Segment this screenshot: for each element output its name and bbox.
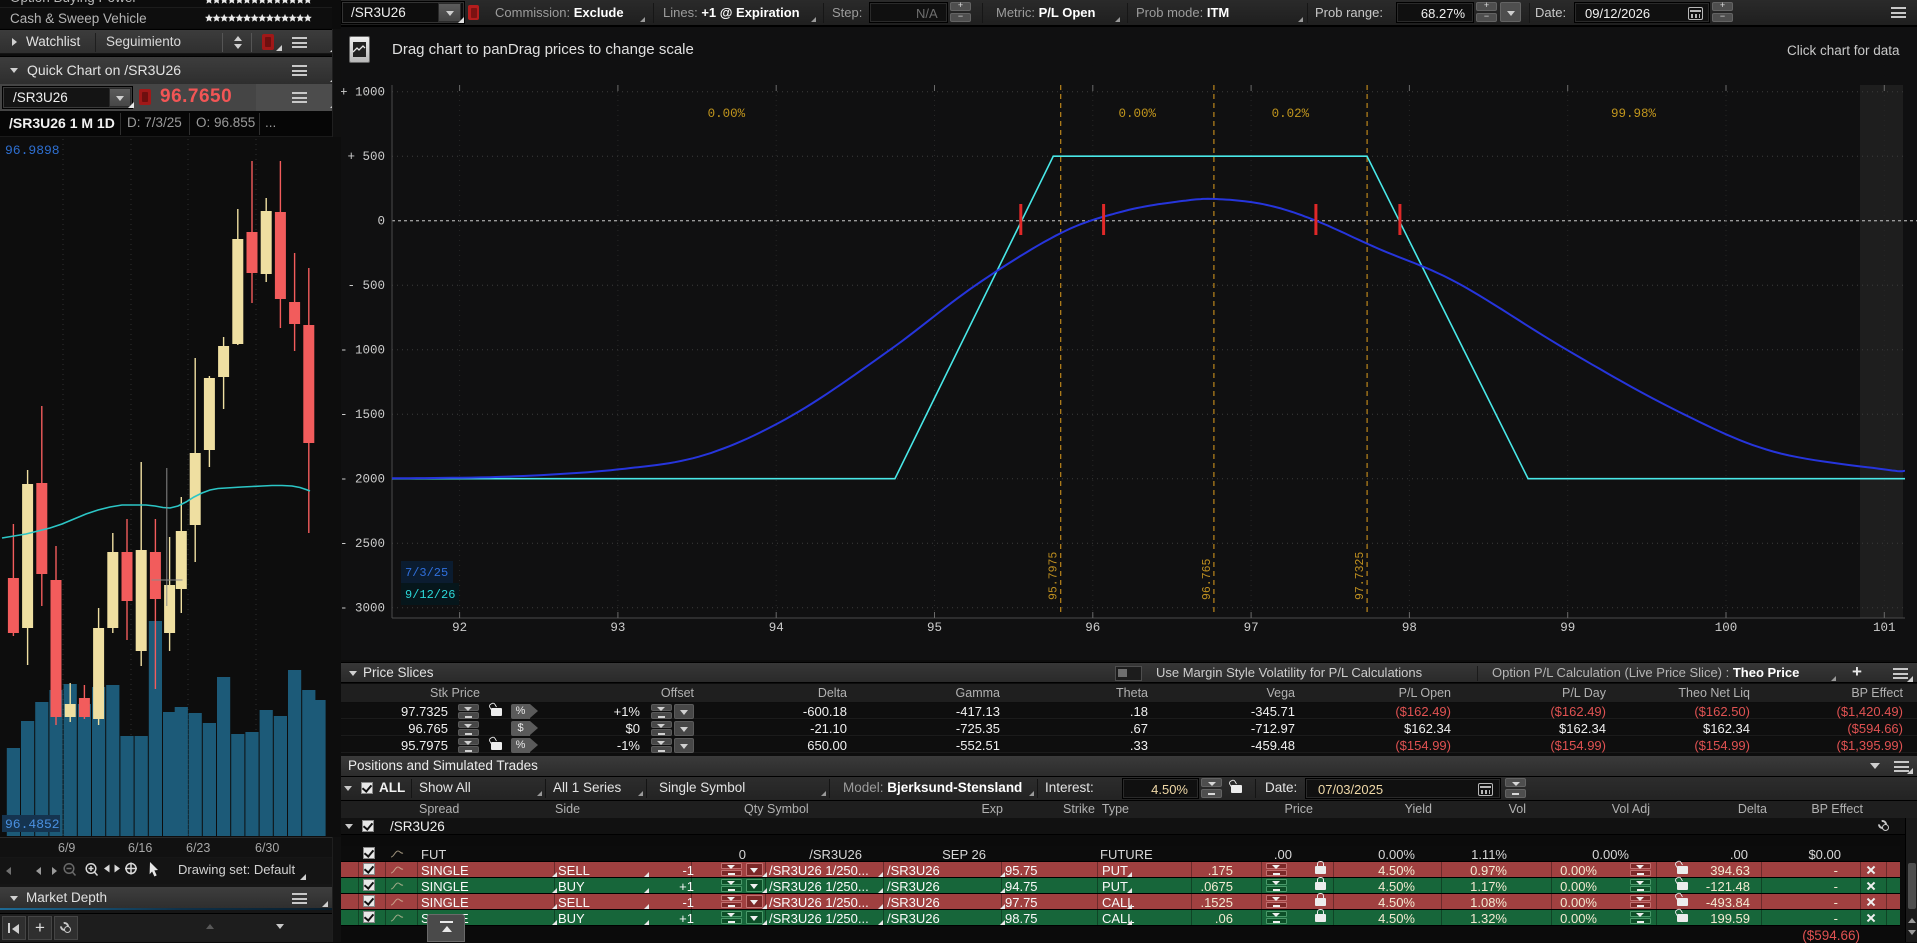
svg-text:+ 1000: + 1000 [341, 86, 385, 100]
svg-text:96: 96 [1085, 621, 1100, 635]
svg-text:- 1500: - 1500 [341, 408, 385, 422]
svg-text:- 3000: - 3000 [341, 602, 385, 616]
svg-text:94: 94 [769, 621, 784, 635]
svg-text:- 500: - 500 [347, 279, 385, 293]
svg-text:97: 97 [1244, 621, 1259, 635]
svg-text:- 1000: - 1000 [341, 344, 385, 358]
svg-text:- 2000: - 2000 [341, 473, 385, 487]
svg-text:96.9898: 96.9898 [5, 143, 60, 158]
svg-text:99: 99 [1560, 621, 1575, 635]
svg-text:101: 101 [1873, 621, 1896, 635]
svg-text:96.765: 96.765 [1201, 558, 1214, 600]
svg-text:0.00%: 0.00% [708, 107, 746, 121]
svg-text:7/3/25: 7/3/25 [405, 566, 448, 580]
svg-text:98: 98 [1402, 621, 1417, 635]
svg-text:92: 92 [452, 621, 467, 635]
svg-text:100: 100 [1715, 621, 1738, 635]
svg-text:96.4852: 96.4852 [5, 817, 60, 832]
svg-text:0.00%: 0.00% [1118, 107, 1156, 121]
svg-text:93: 93 [610, 621, 625, 635]
svg-text:+ 500: + 500 [347, 150, 385, 164]
svg-text:9/12/26: 9/12/26 [405, 588, 455, 602]
svg-text:97.7325: 97.7325 [1354, 552, 1367, 600]
svg-text:- 2500: - 2500 [341, 537, 385, 551]
svg-text:95: 95 [927, 621, 942, 635]
svg-text:95.7975: 95.7975 [1048, 552, 1061, 600]
svg-text:0: 0 [377, 215, 385, 229]
svg-text:0.02%: 0.02% [1272, 107, 1310, 121]
svg-text:99.98%: 99.98% [1611, 107, 1657, 121]
